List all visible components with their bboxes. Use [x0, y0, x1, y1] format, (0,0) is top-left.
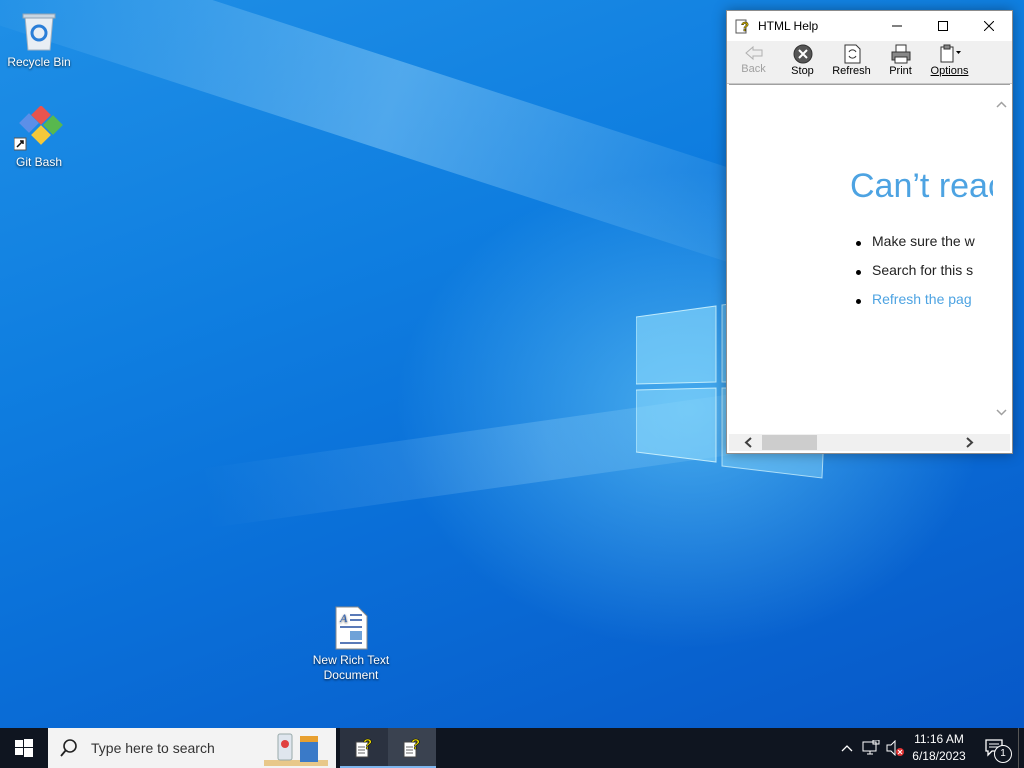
chevron-up-icon: [841, 745, 853, 752]
content-viewport: Can’t reac Make sure the w Search for th…: [729, 85, 993, 434]
svg-text:?: ?: [741, 19, 749, 34]
close-icon: [984, 21, 994, 31]
show-desktop-button[interactable]: [1018, 728, 1024, 768]
show-hidden-icons-button[interactable]: [838, 728, 856, 768]
scroll-down-icon[interactable]: [993, 406, 1010, 418]
html-help-window[interactable]: ? HTML Help Back Stop Refresh Print Opti…: [726, 10, 1013, 454]
refresh-button[interactable]: Refresh: [827, 41, 876, 77]
volume-muted-icon: [886, 740, 904, 756]
network-icon: [862, 740, 880, 755]
desktop-icon-recycle-bin[interactable]: Recycle Bin: [1, 8, 77, 70]
svg-text:?: ?: [411, 737, 420, 753]
help-app-icon: ?: [355, 737, 372, 758]
clock-date: 6/18/2023: [912, 749, 966, 763]
desktop: Recycle Bin Git Bash A New Rich Text Doc…: [0, 0, 1024, 728]
desktop-icon-rich-text-document[interactable]: A New Rich Text Document: [308, 606, 394, 683]
maximize-button[interactable]: [920, 11, 966, 41]
window-title: HTML Help: [758, 19, 819, 33]
print-label: Print: [889, 65, 912, 77]
search-placeholder: Type here to search: [91, 740, 215, 756]
print-button[interactable]: Print: [876, 41, 925, 77]
horizontal-scrollbar[interactable]: [729, 434, 1010, 451]
back-arrow-icon: [744, 45, 762, 61]
desktop-icon-label: New Rich Text Document: [312, 653, 390, 682]
help-toolbar: Back Stop Refresh Print Options: [727, 41, 1012, 84]
volume-button[interactable]: [884, 728, 906, 768]
search-highlight-image-icon: [264, 733, 328, 766]
scroll-up-icon[interactable]: [993, 99, 1010, 111]
maximize-icon: [938, 21, 948, 31]
back-button[interactable]: Back: [729, 41, 778, 75]
help-content-pane: Can’t reac Make sure the w Search for th…: [729, 84, 1010, 451]
refresh-icon: [844, 44, 860, 64]
options-label: Options: [930, 65, 969, 77]
notification-badge: 1: [994, 745, 1012, 763]
clock-time: 11:16 AM: [914, 732, 964, 746]
close-button[interactable]: [966, 11, 1012, 41]
light-beam: [0, 0, 832, 287]
stop-icon: [793, 44, 812, 64]
svg-text:A: A: [339, 611, 348, 625]
scroll-right-icon[interactable]: [961, 434, 978, 451]
error-heading: Can’t reac: [850, 167, 993, 205]
search-icon: [60, 739, 77, 757]
list-item: Search for this s: [856, 262, 993, 291]
start-button[interactable]: [0, 728, 48, 768]
options-icon: [940, 44, 961, 63]
action-center-button[interactable]: 1: [978, 728, 1012, 768]
minimize-icon: [892, 25, 902, 27]
stop-label: Stop: [791, 65, 814, 77]
taskbar-app-help-2[interactable]: ?: [388, 728, 436, 768]
search-box[interactable]: Type here to search: [48, 728, 336, 768]
svg-text:?: ?: [363, 737, 372, 753]
desktop-icon-git-bash[interactable]: Git Bash: [1, 106, 77, 170]
printer-icon: [891, 44, 910, 64]
stop-button[interactable]: Stop: [778, 41, 827, 77]
taskbar: Type here to search ? ? 11:16 AM 6/18/20…: [0, 728, 1024, 768]
error-suggestions: Make sure the w Search for this s Refres…: [856, 233, 993, 320]
recycle-bin-icon: [22, 13, 56, 51]
title-bar[interactable]: ? HTML Help: [727, 11, 1012, 41]
desktop-icon-label: Git Bash: [15, 155, 63, 169]
windows-start-icon: [15, 739, 33, 757]
minimize-button[interactable]: [874, 11, 920, 41]
options-button[interactable]: Options: [925, 41, 974, 77]
rich-text-document-icon: A: [335, 606, 368, 650]
list-item: Make sure the w: [856, 233, 993, 262]
scroll-left-icon[interactable]: [741, 434, 758, 451]
scrollbar-thumb[interactable]: [762, 435, 817, 450]
system-clock[interactable]: 11:16 AM 6/18/2023: [905, 731, 973, 765]
back-label: Back: [741, 63, 766, 75]
vertical-scrollbar[interactable]: [993, 85, 1010, 435]
git-bash-icon: [14, 106, 63, 151]
help-app-icon: ?: [403, 737, 420, 758]
help-app-icon: ?: [735, 19, 749, 34]
network-status-button[interactable]: [860, 728, 882, 768]
desktop-icon-label: Recycle Bin: [7, 55, 71, 69]
refresh-page-link[interactable]: Refresh the pag: [856, 291, 993, 320]
taskbar-app-help-1[interactable]: ?: [340, 728, 388, 768]
refresh-label: Refresh: [832, 65, 871, 77]
